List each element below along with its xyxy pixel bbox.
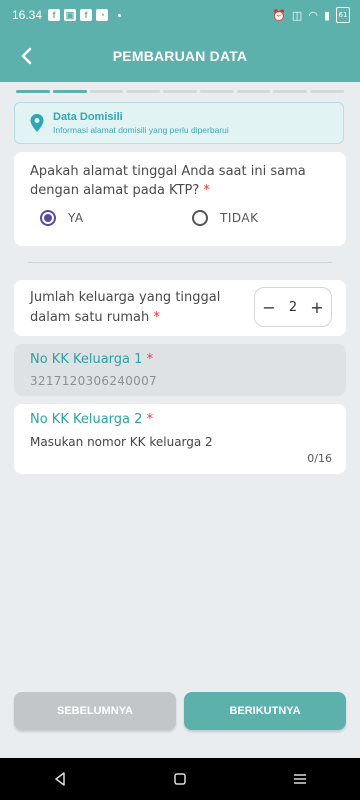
increment-button[interactable]: + bbox=[309, 298, 325, 317]
previous-button[interactable]: SEBELUMNYA bbox=[14, 692, 176, 730]
address-same-question-card: Apakah alamat tinggal Anda saat ini sama… bbox=[14, 152, 346, 246]
question-label: Jumlah keluarga yang tinggal dalam satu … bbox=[30, 290, 221, 325]
section-subtitle: Informasi alamat domisili yang perlu dip… bbox=[53, 125, 229, 135]
status-bar: 16.34 f ▣ f ◔ ⏰ ◫ ◠ ▮ 61 bbox=[0, 0, 360, 30]
app-icon: ◔ bbox=[96, 9, 109, 21]
required-mark: * bbox=[146, 412, 154, 427]
facebook-icon: f bbox=[80, 9, 93, 21]
back-button[interactable] bbox=[14, 44, 38, 68]
location-pin-icon bbox=[30, 114, 44, 132]
stepper-segment bbox=[236, 90, 271, 93]
wifi-icon: ◠ bbox=[308, 8, 318, 22]
battery-icon: 61 bbox=[336, 7, 350, 23]
stepper-segment bbox=[273, 90, 308, 93]
stepper-segment bbox=[89, 90, 124, 93]
system-nav-bar bbox=[0, 758, 360, 800]
radio-unselected-icon bbox=[192, 210, 208, 226]
kk-1-label: No KK Keluarga 1 * bbox=[30, 352, 154, 367]
family-count-value: 2 bbox=[288, 299, 298, 315]
family-count-stepper: − 2 + bbox=[254, 287, 332, 327]
decrement-button[interactable]: − bbox=[261, 298, 277, 317]
stepper-segment bbox=[199, 90, 234, 93]
radio-option-no[interactable]: TIDAK bbox=[192, 210, 258, 226]
app-notification-icon: ▣ bbox=[64, 9, 77, 21]
required-mark: * bbox=[146, 352, 154, 367]
kk-number-1-field: No KK Keluarga 1 * 3217120306240007 bbox=[14, 344, 346, 396]
back-arrow-icon bbox=[21, 47, 32, 65]
radio-label-no: TIDAK bbox=[220, 211, 259, 225]
triangle-back-icon bbox=[55, 772, 65, 786]
next-button[interactable]: BERIKUTNYA bbox=[184, 692, 346, 730]
stepper-segment bbox=[163, 90, 197, 93]
progress-stepper bbox=[16, 90, 345, 93]
character-counter: 0/16 bbox=[307, 452, 332, 465]
system-icons: ⏰ ◫ ◠ ▮ 61 bbox=[272, 7, 350, 23]
app-header: PEMBARUAN DATA bbox=[0, 30, 360, 82]
required-mark: * bbox=[203, 183, 210, 198]
kk-2-input[interactable] bbox=[28, 432, 322, 452]
more-notifications-icon bbox=[118, 13, 122, 17]
vibrate-icon: ◫ bbox=[291, 8, 303, 22]
section-title: Data Domisili bbox=[53, 111, 123, 123]
radio-selected-icon bbox=[40, 210, 56, 226]
stepper-segment bbox=[52, 90, 87, 93]
alarm-icon: ⏰ bbox=[272, 8, 286, 22]
facebook-icon: f bbox=[48, 9, 61, 21]
menu-lines-icon bbox=[294, 774, 306, 784]
required-mark: * bbox=[153, 310, 160, 325]
stepper-segment bbox=[16, 90, 50, 93]
signal-icon: ▮ bbox=[323, 8, 330, 22]
question-label: Apakah alamat tinggal Anda saat ini sama… bbox=[30, 164, 306, 198]
family-count-card: Jumlah keluarga yang tinggal dalam satu … bbox=[14, 280, 346, 336]
radio-option-yes[interactable]: YA bbox=[40, 210, 84, 226]
section-info-card: Data Domisili Informasi alamat domisili … bbox=[14, 102, 344, 144]
status-time: 16.34 bbox=[12, 8, 43, 22]
nav-recents-button[interactable] bbox=[280, 764, 320, 794]
square-home-icon bbox=[174, 773, 186, 785]
stepper-segment bbox=[310, 90, 345, 93]
nav-home-button[interactable] bbox=[160, 764, 200, 794]
page-title: PEMBARUAN DATA bbox=[112, 48, 248, 64]
radio-label-yes: YA bbox=[68, 211, 84, 225]
notification-icons: f ▣ f ◔ bbox=[48, 9, 122, 21]
divider bbox=[28, 262, 332, 263]
kk-2-label: No KK Keluarga 2 * bbox=[30, 412, 154, 427]
stepper-segment bbox=[126, 90, 161, 93]
kk-number-2-field: No KK Keluarga 2 * 0/16 bbox=[14, 404, 346, 474]
kk-1-value: 3217120306240007 bbox=[30, 374, 157, 388]
nav-back-button[interactable] bbox=[40, 764, 80, 794]
